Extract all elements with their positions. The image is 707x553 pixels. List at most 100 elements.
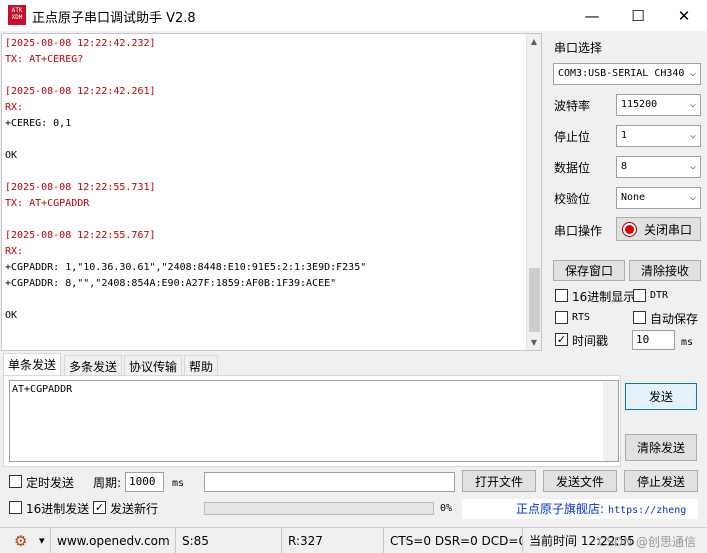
send-text: AT+CGPADDR: [12, 384, 73, 395]
save-window-button[interactable]: 保存窗口: [553, 260, 625, 281]
baud-select[interactable]: 115200 ⌵: [616, 94, 701, 116]
timestamp-unit: ms: [681, 337, 694, 348]
receive-scrollbar[interactable]: ▲ ▼: [526, 34, 541, 350]
website-link[interactable]: www.openedv.com: [50, 528, 174, 553]
receive-log-line: RX:: [5, 246, 24, 257]
port-op-label: 串口操作: [554, 224, 603, 238]
baud-label: 波特率: [554, 99, 591, 113]
receive-log-line: RX:: [5, 102, 24, 113]
baud-value: 115200: [621, 99, 658, 110]
rts-label: RTS: [572, 312, 591, 323]
watermark: CSDN @创思通信: [598, 535, 697, 549]
minimize-button[interactable]: —: [569, 0, 615, 31]
port-select[interactable]: COM3:USB-SERIAL CH340 ⌵: [553, 63, 701, 85]
send-text-area[interactable]: AT+CGPADDR: [9, 380, 619, 462]
tab-multi-send[interactable]: 多条发送: [64, 355, 123, 375]
receive-log-line: [5, 68, 525, 84]
send-scrollbar[interactable]: [603, 381, 618, 461]
stopbit-select[interactable]: 1 ⌵: [616, 125, 701, 147]
chevron-down-icon: ⌵: [689, 130, 696, 141]
receive-text-area[interactable]: [2025-08-08 12:22:42.232] TX: AT+CEREG? [2…: [1, 33, 542, 351]
hex-display-checkbox[interactable]: [555, 289, 568, 302]
signal-status: CTS=0 DSR=0 DCD=0: [383, 528, 522, 553]
port-select-label: 串口选择: [554, 41, 603, 55]
app-logo-icon: ATK XDM: [8, 5, 26, 25]
close-button[interactable]: ✕: [661, 0, 707, 31]
timestamp-interval-input[interactable]: 10: [632, 330, 675, 350]
rts-checkbox[interactable]: [555, 311, 568, 324]
send-button[interactable]: 发送: [625, 383, 697, 410]
receive-log-line: [2025-08-08 12:22:42.232]: [5, 38, 156, 49]
receive-log-line: [2025-08-08 12:22:55.731]: [5, 182, 156, 193]
receive-log-line: +CEREG: 0,1: [5, 118, 72, 129]
send-progress-bar: [204, 502, 434, 515]
hex-send-checkbox[interactable]: [9, 501, 22, 514]
hex-send-label: 16进制发送: [26, 502, 90, 516]
store-link-url: https://zheng: [608, 505, 687, 516]
period-input[interactable]: 1000: [125, 472, 164, 492]
timed-send-label: 定时发送: [26, 476, 75, 490]
receive-log: [2025-08-08 12:22:42.232] TX: AT+CEREG? [2…: [5, 36, 525, 324]
receive-log-line: TX: AT+CGPADDR: [5, 198, 90, 209]
dtr-checkbox[interactable]: [633, 289, 646, 302]
period-label: 周期:: [93, 476, 122, 490]
gear-icon[interactable]: ⚙: [14, 532, 27, 550]
chevron-down-icon[interactable]: ▾: [39, 534, 45, 547]
auto-save-label: 自动保存: [650, 312, 699, 326]
send-progress-percent: 0%: [440, 503, 453, 514]
scroll-thumb[interactable]: [529, 268, 540, 332]
chevron-down-icon: ⌵: [689, 99, 696, 110]
receive-log-line: [5, 132, 525, 148]
databit-select[interactable]: 8 ⌵: [616, 156, 701, 178]
send-newline-label: 发送新行: [110, 502, 159, 516]
receive-log-line: +CGPADDR: 1,"10.36.30.61","2408:8448:E10…: [5, 262, 367, 273]
auto-save-checkbox[interactable]: [633, 311, 646, 324]
send-file-button[interactable]: 发送文件: [543, 470, 617, 492]
scroll-up-icon[interactable]: ▲: [527, 34, 541, 49]
stopbit-value: 1: [621, 130, 628, 141]
period-unit: ms: [172, 478, 185, 489]
window-title: 正点原子串口调试助手 V2.8: [32, 11, 196, 26]
receive-log-line: +CGPADDR: 8,"","2408:854A:E90:A27F:1859:…: [5, 278, 337, 289]
databit-value: 8: [621, 161, 628, 172]
timestamp-label: 时间戳: [572, 334, 609, 348]
receive-log-line: [5, 164, 525, 180]
status-bar: ⚙ ▾ www.openedv.com S:85 R:327 CTS=0 DSR…: [0, 527, 707, 553]
receive-log-line: [2025-08-08 12:22:42.261]: [5, 86, 156, 97]
parity-select[interactable]: None ⌵: [616, 187, 701, 209]
parity-label: 校验位: [554, 192, 591, 206]
clear-send-button[interactable]: 清除发送: [625, 434, 697, 461]
port-open-status-icon: [623, 222, 636, 236]
chevron-down-icon: ⌵: [689, 192, 696, 203]
dtr-label: DTR: [650, 290, 669, 301]
timed-send-checkbox[interactable]: [9, 475, 22, 488]
stopbit-label: 停止位: [554, 130, 591, 144]
store-link[interactable]: 正点原子旗舰店: https://zheng: [462, 499, 698, 519]
tab-protocol[interactable]: 协议传输: [124, 355, 183, 375]
receive-log-line: TX: AT+CEREG?: [5, 54, 84, 65]
timestamp-checkbox[interactable]: ✓: [555, 333, 568, 346]
chevron-down-icon: ⌵: [689, 68, 696, 79]
receive-log-line: [5, 212, 525, 228]
maximize-button[interactable]: ☐: [615, 0, 661, 31]
clear-receive-button[interactable]: 清除接收: [629, 260, 701, 281]
receive-log-line: [2025-08-08 12:22:55.767]: [5, 230, 156, 241]
open-file-button[interactable]: 打开文件: [462, 470, 536, 492]
hex-display-label: 16进制显示: [572, 290, 636, 304]
tab-single-send[interactable]: 单条发送: [3, 353, 62, 375]
receive-log-line: OK: [5, 150, 18, 161]
receive-log-line: OK: [5, 310, 18, 321]
tab-help[interactable]: 帮助: [184, 355, 219, 375]
store-link-prefix: 正点原子旗舰店:: [516, 502, 605, 516]
send-newline-checkbox[interactable]: ✓: [93, 501, 106, 514]
scroll-down-icon[interactable]: ▼: [527, 335, 541, 350]
stop-send-button[interactable]: 停止发送: [624, 470, 698, 492]
sent-count: S:85: [175, 528, 280, 553]
port-select-value: COM3:USB-SERIAL CH340: [558, 68, 685, 79]
close-port-label: 关闭串口: [644, 222, 693, 237]
parity-value: None: [621, 192, 646, 203]
received-count: R:327: [281, 528, 383, 553]
file-path-input[interactable]: [204, 472, 455, 492]
close-port-button[interactable]: 关闭串口: [616, 217, 701, 241]
databit-label: 数据位: [554, 161, 591, 175]
